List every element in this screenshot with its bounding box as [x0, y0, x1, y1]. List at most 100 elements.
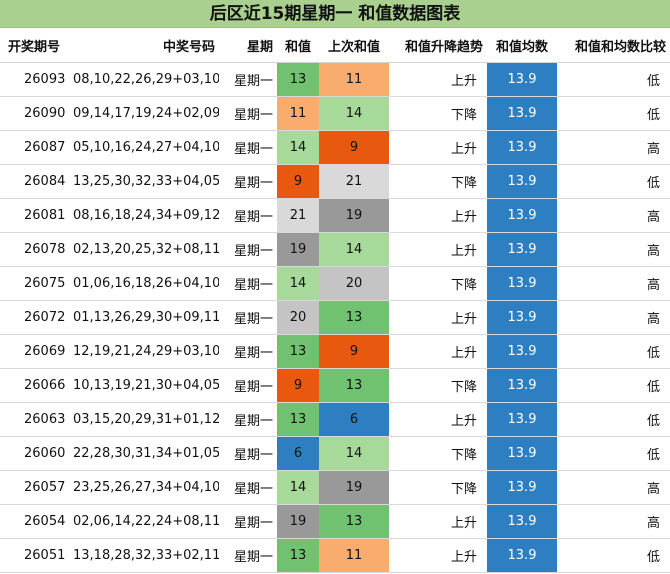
cell-issue: 26084 — [0, 164, 69, 199]
cell-issue: 26087 — [0, 130, 69, 165]
cell-sum: 9 — [277, 368, 319, 403]
cell-sum: 19 — [277, 504, 319, 539]
header-compare: 和值和均数比较 — [557, 28, 670, 63]
cell-compare: 高 — [557, 130, 670, 165]
cell-numbers: 01,06,16,18,26+04,10 — [69, 266, 219, 301]
cell-avg: 13.9 — [487, 402, 557, 437]
table-row: 26084 13,25,30,32,33+04,05 星期一 9 21 下降 13.9 低 — [0, 164, 670, 199]
cell-weekday: 星期一 — [219, 130, 277, 165]
table-row: 26054 02,06,14,22,24+08,11 星期一 19 13 上升 13.9 高 — [0, 504, 670, 539]
cell-compare: 高 — [557, 198, 670, 233]
cell-prev-sum: 19 — [319, 198, 389, 233]
table-row: 26078 02,13,20,25,32+08,11 星期一 19 14 上升 13.9 高 — [0, 232, 670, 267]
cell-compare: 低 — [557, 62, 670, 97]
cell-weekday: 星期一 — [219, 232, 277, 267]
cell-trend: 上升 — [389, 300, 487, 335]
table-row: 26051 13,18,28,32,33+02,11 星期一 13 11 上升 13.9 低 — [0, 538, 670, 573]
header-prev-sum: 上次和值 — [319, 28, 389, 63]
cell-issue: 26090 — [0, 96, 69, 131]
cell-numbers: 13,25,30,32,33+04,05 — [69, 164, 219, 199]
cell-avg: 13.9 — [487, 164, 557, 199]
cell-trend: 上升 — [389, 402, 487, 437]
cell-compare: 低 — [557, 402, 670, 437]
cell-prev-sum: 13 — [319, 300, 389, 335]
table-row: 26090 09,14,17,19,24+02,09 星期一 11 14 下降 13.9 低 — [0, 96, 670, 131]
cell-numbers: 08,16,18,24,34+09,12 — [69, 198, 219, 233]
table-row: 26060 22,28,30,31,34+01,05 星期一 6 14 下降 13.9 低 — [0, 436, 670, 471]
cell-sum: 14 — [277, 470, 319, 505]
cell-weekday: 星期一 — [219, 504, 277, 539]
table-row: 26075 01,06,16,18,26+04,10 星期一 14 20 下降 13.9 高 — [0, 266, 670, 301]
header-numbers: 中奖号码 — [69, 28, 219, 63]
cell-prev-sum: 21 — [319, 164, 389, 199]
cell-prev-sum: 19 — [319, 470, 389, 505]
cell-compare: 低 — [557, 334, 670, 369]
cell-weekday: 星期一 — [219, 470, 277, 505]
cell-issue: 26057 — [0, 470, 69, 505]
cell-weekday: 星期一 — [219, 62, 277, 97]
cell-numbers: 10,13,19,21,30+04,05 — [69, 368, 219, 403]
cell-sum: 21 — [277, 198, 319, 233]
cell-compare: 高 — [557, 266, 670, 301]
cell-weekday: 星期一 — [219, 334, 277, 369]
cell-avg: 13.9 — [487, 232, 557, 267]
cell-issue: 26054 — [0, 504, 69, 539]
cell-prev-sum: 9 — [319, 334, 389, 369]
cell-issue: 26075 — [0, 266, 69, 301]
cell-prev-sum: 11 — [319, 62, 389, 97]
cell-weekday: 星期一 — [219, 96, 277, 131]
header-trend: 和值升降趋势 — [389, 28, 487, 63]
cell-prev-sum: 13 — [319, 368, 389, 403]
cell-avg: 13.9 — [487, 334, 557, 369]
cell-sum: 14 — [277, 130, 319, 165]
cell-weekday: 星期一 — [219, 436, 277, 471]
cell-weekday: 星期一 — [219, 300, 277, 335]
cell-prev-sum: 9 — [319, 130, 389, 165]
cell-issue: 26078 — [0, 232, 69, 267]
cell-numbers: 12,19,21,24,29+03,10 — [69, 334, 219, 369]
cell-sum: 6 — [277, 436, 319, 471]
cell-numbers: 02,06,14,22,24+08,11 — [69, 504, 219, 539]
cell-trend: 上升 — [389, 334, 487, 369]
cell-avg: 13.9 — [487, 96, 557, 131]
cell-trend: 下降 — [389, 164, 487, 199]
cell-sum: 13 — [277, 402, 319, 437]
table-row: 26069 12,19,21,24,29+03,10 星期一 13 9 上升 13.9 低 — [0, 334, 670, 369]
cell-compare: 低 — [557, 436, 670, 471]
cell-prev-sum: 20 — [319, 266, 389, 301]
cell-avg: 13.9 — [487, 470, 557, 505]
cell-avg: 13.9 — [487, 368, 557, 403]
cell-compare: 高 — [557, 232, 670, 267]
header-sum: 和值 — [277, 28, 319, 63]
page-title: 后区近15期星期一 和值数据图表 — [0, 0, 670, 28]
data-table: 开奖期号 中奖号码 星期 和值 上次和值 和值升降趋势 和值均数 和值和均数比较… — [0, 28, 670, 573]
cell-avg: 13.9 — [487, 300, 557, 335]
cell-prev-sum: 6 — [319, 402, 389, 437]
cell-avg: 13.9 — [487, 62, 557, 97]
cell-avg: 13.9 — [487, 538, 557, 573]
header-avg: 和值均数 — [487, 28, 557, 63]
cell-numbers: 23,25,26,27,34+04,10 — [69, 470, 219, 505]
cell-trend: 上升 — [389, 130, 487, 165]
cell-prev-sum: 14 — [319, 232, 389, 267]
cell-sum: 13 — [277, 334, 319, 369]
cell-avg: 13.9 — [487, 436, 557, 471]
cell-sum: 13 — [277, 62, 319, 97]
cell-sum: 9 — [277, 164, 319, 199]
header-weekday: 星期 — [219, 28, 277, 63]
cell-issue: 26081 — [0, 198, 69, 233]
cell-numbers: 22,28,30,31,34+01,05 — [69, 436, 219, 471]
cell-compare: 高 — [557, 504, 670, 539]
cell-issue: 26051 — [0, 538, 69, 573]
table-row: 26066 10,13,19,21,30+04,05 星期一 9 13 下降 13.9 低 — [0, 368, 670, 403]
cell-weekday: 星期一 — [219, 266, 277, 301]
cell-trend: 下降 — [389, 368, 487, 403]
cell-issue: 26060 — [0, 436, 69, 471]
cell-numbers: 03,15,20,29,31+01,12 — [69, 402, 219, 437]
cell-issue: 26093 — [0, 62, 69, 97]
cell-weekday: 星期一 — [219, 402, 277, 437]
cell-issue: 26069 — [0, 334, 69, 369]
table-row: 26072 01,13,26,29,30+09,11 星期一 20 13 上升 13.9 高 — [0, 300, 670, 335]
cell-compare: 高 — [557, 300, 670, 335]
cell-avg: 13.9 — [487, 198, 557, 233]
